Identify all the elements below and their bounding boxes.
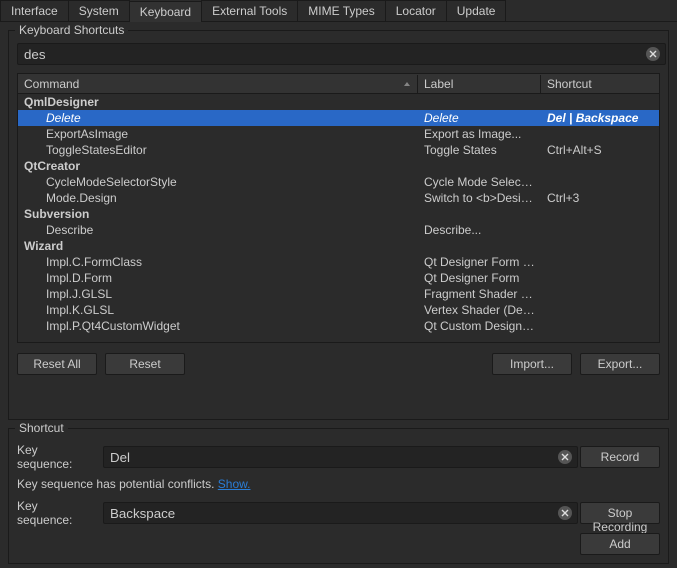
tab-mime-types[interactable]: MIME Types [297, 0, 385, 21]
table-group-row[interactable]: QtCreator [18, 158, 659, 174]
tab-external-tools[interactable]: External Tools [201, 0, 298, 21]
table-row[interactable]: DescribeDescribe... [18, 222, 659, 238]
table-row[interactable]: ToggleStatesEditorToggle StatesCtrl+Alt+… [18, 142, 659, 158]
cell-command: Wizard [18, 239, 418, 253]
cell-command: Mode.Design [18, 191, 418, 205]
cell-label: Fragment Shader (Des... [418, 287, 541, 301]
import-button[interactable]: Import... [492, 353, 572, 375]
cell-label: Describe... [418, 223, 541, 237]
filter-input[interactable] [17, 43, 666, 65]
cell-command: Impl.D.Form [18, 271, 418, 285]
cell-label: Qt Designer Form Class [418, 255, 541, 269]
settings-tab-bar: InterfaceSystemKeyboardExternal ToolsMIM… [0, 0, 677, 22]
cell-shortcut: Ctrl+3 [541, 191, 659, 205]
cell-label: Cycle Mode Selector ... [418, 175, 541, 189]
clear-filter-icon[interactable] [646, 47, 660, 61]
key-sequence-label: Key sequence: [17, 443, 95, 471]
column-header-label: Label [424, 77, 453, 91]
cell-label: Export as Image... [418, 127, 541, 141]
column-header-label: Shortcut [547, 77, 592, 91]
table-group-row[interactable]: Subversion [18, 206, 659, 222]
conflict-text: Key sequence has potential conflicts. [17, 477, 218, 491]
sort-asc-icon [403, 77, 411, 91]
cell-command: ToggleStatesEditor [18, 143, 418, 157]
tab-interface[interactable]: Interface [0, 0, 69, 21]
cell-label: Delete [418, 111, 541, 125]
key-sequence-input-2[interactable] [103, 502, 578, 524]
tab-locator[interactable]: Locator [385, 0, 447, 21]
reset-all-button[interactable]: Reset All [17, 353, 97, 375]
cell-command: Impl.C.FormClass [18, 255, 418, 269]
clear-sequence-icon[interactable] [558, 450, 572, 464]
clear-sequence-icon[interactable] [558, 506, 572, 520]
cell-command: CycleModeSelectorStyle [18, 175, 418, 189]
conflict-warning: Key sequence has potential conflicts. Sh… [17, 477, 660, 491]
table-row[interactable]: CycleModeSelectorStyleCycle Mode Selecto… [18, 174, 659, 190]
table-row[interactable]: Impl.J.GLSLFragment Shader (Des... [18, 286, 659, 302]
cell-label: Vertex Shader (Deskto... [418, 303, 541, 317]
cell-command: QtCreator [18, 159, 418, 173]
export-button[interactable]: Export... [580, 353, 660, 375]
table-group-row[interactable]: Wizard [18, 238, 659, 254]
shortcut-group: Shortcut Key sequence: Record Key sequen… [8, 428, 669, 564]
group-title: Shortcut [15, 421, 68, 435]
group-title: Keyboard Shortcuts [15, 23, 128, 37]
tab-update[interactable]: Update [446, 0, 507, 21]
table-row[interactable]: DeleteDeleteDel | Backspace [18, 110, 659, 126]
record-button[interactable]: Record [580, 446, 660, 468]
table-body: QmlDesignerDeleteDeleteDel | BackspaceEx… [18, 94, 659, 334]
table-row[interactable]: Impl.P.Qt4CustomWidgetQt Custom Designer… [18, 318, 659, 334]
cell-command: Subversion [18, 207, 418, 221]
keyboard-shortcuts-group: Keyboard Shortcuts Command Label Shortcu… [8, 30, 669, 420]
table-row[interactable]: Impl.K.GLSLVertex Shader (Deskto... [18, 302, 659, 318]
reset-button[interactable]: Reset [105, 353, 185, 375]
column-header-label: Command [24, 77, 79, 91]
table-row[interactable]: ExportAsImageExport as Image... [18, 126, 659, 142]
cell-label: Qt Designer Form [418, 271, 541, 285]
cell-label: Switch to <b>Design... [418, 191, 541, 205]
cell-shortcut: Del | Backspace [541, 111, 659, 125]
cell-command: Delete [18, 111, 418, 125]
column-header-command[interactable]: Command [18, 75, 418, 93]
column-header-label-col[interactable]: Label [418, 75, 541, 93]
tab-keyboard[interactable]: Keyboard [129, 1, 202, 22]
cell-command: Describe [18, 223, 418, 237]
cell-command: Impl.K.GLSL [18, 303, 418, 317]
cell-shortcut: Ctrl+Alt+S [541, 143, 659, 157]
table-row[interactable]: Impl.C.FormClassQt Designer Form Class [18, 254, 659, 270]
cell-command: Impl.P.Qt4CustomWidget [18, 319, 418, 333]
add-button[interactable]: Add [580, 533, 660, 555]
column-header-shortcut[interactable]: Shortcut [541, 75, 659, 93]
tab-system[interactable]: System [68, 0, 130, 21]
cell-command: ExportAsImage [18, 127, 418, 141]
cell-label: Qt Custom Designer ... [418, 319, 541, 333]
show-conflicts-link[interactable]: Show. [218, 477, 251, 491]
cell-command: QmlDesigner [18, 95, 418, 109]
table-row[interactable]: Impl.D.FormQt Designer Form [18, 270, 659, 286]
cell-label: Toggle States [418, 143, 541, 157]
table-group-row[interactable]: QmlDesigner [18, 94, 659, 110]
key-sequence-input-1[interactable] [103, 446, 578, 468]
stop-recording-button[interactable]: Stop Recording [580, 502, 660, 524]
table-header: Command Label Shortcut [18, 74, 659, 94]
shortcuts-table: Command Label Shortcut QmlDesignerDelete… [17, 73, 660, 343]
cell-command: Impl.J.GLSL [18, 287, 418, 301]
table-row[interactable]: Mode.DesignSwitch to <b>Design...Ctrl+3 [18, 190, 659, 206]
key-sequence-label: Key sequence: [17, 499, 95, 527]
